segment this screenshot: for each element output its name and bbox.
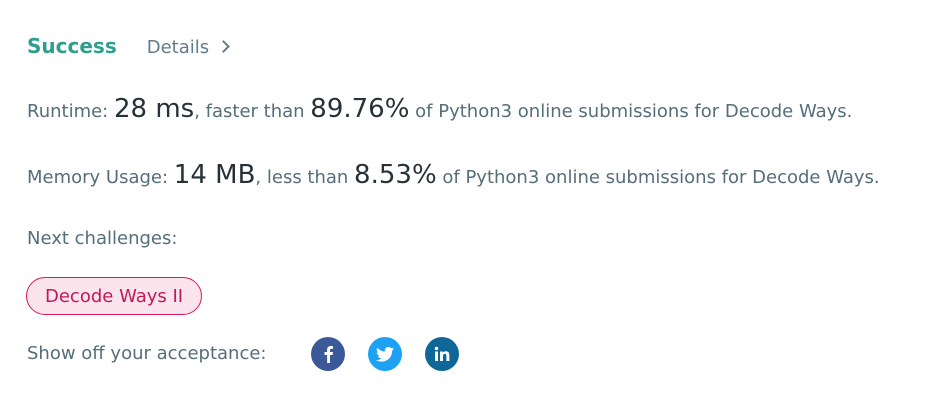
runtime-suffix: of Python3 online submissions for Decode… <box>409 101 853 122</box>
memory-label: Memory Usage: <box>27 167 174 188</box>
status-success: Success <box>27 34 117 58</box>
twitter-icon[interactable] <box>368 337 402 371</box>
runtime-label: Runtime: <box>27 101 114 122</box>
facebook-icon[interactable] <box>311 337 345 371</box>
details-label: Details <box>146 37 210 58</box>
memory-percent: 8.53% <box>354 160 437 190</box>
runtime-mid: , faster than <box>194 101 311 122</box>
runtime-value: 28 ms <box>113 94 195 124</box>
challenge-decode-ways-ii[interactable]: Decode Ways II <box>26 277 203 315</box>
share-label: Show off your acceptance: <box>27 343 267 364</box>
linkedin-icon[interactable] <box>425 337 459 371</box>
chevron-right-icon <box>217 40 231 53</box>
memory-suffix: of Python3 online submissions for Decode… <box>436 167 880 188</box>
memory-mid: , less than <box>255 167 355 188</box>
details-link[interactable]: Details <box>146 37 231 58</box>
runtime-stat: Runtime: 28 ms, faster than 89.76% of Py… <box>27 94 852 124</box>
submission-result-panel: Success Details Runtime: 28 ms, faster t… <box>0 0 944 403</box>
runtime-percent: 89.76% <box>310 94 410 124</box>
memory-value: 14 MB <box>173 160 256 190</box>
memory-stat: Memory Usage: 14 MB, less than 8.53% of … <box>27 160 880 190</box>
next-challenges-label: Next challenges: <box>27 228 178 249</box>
result-header: Success Details <box>27 34 231 58</box>
